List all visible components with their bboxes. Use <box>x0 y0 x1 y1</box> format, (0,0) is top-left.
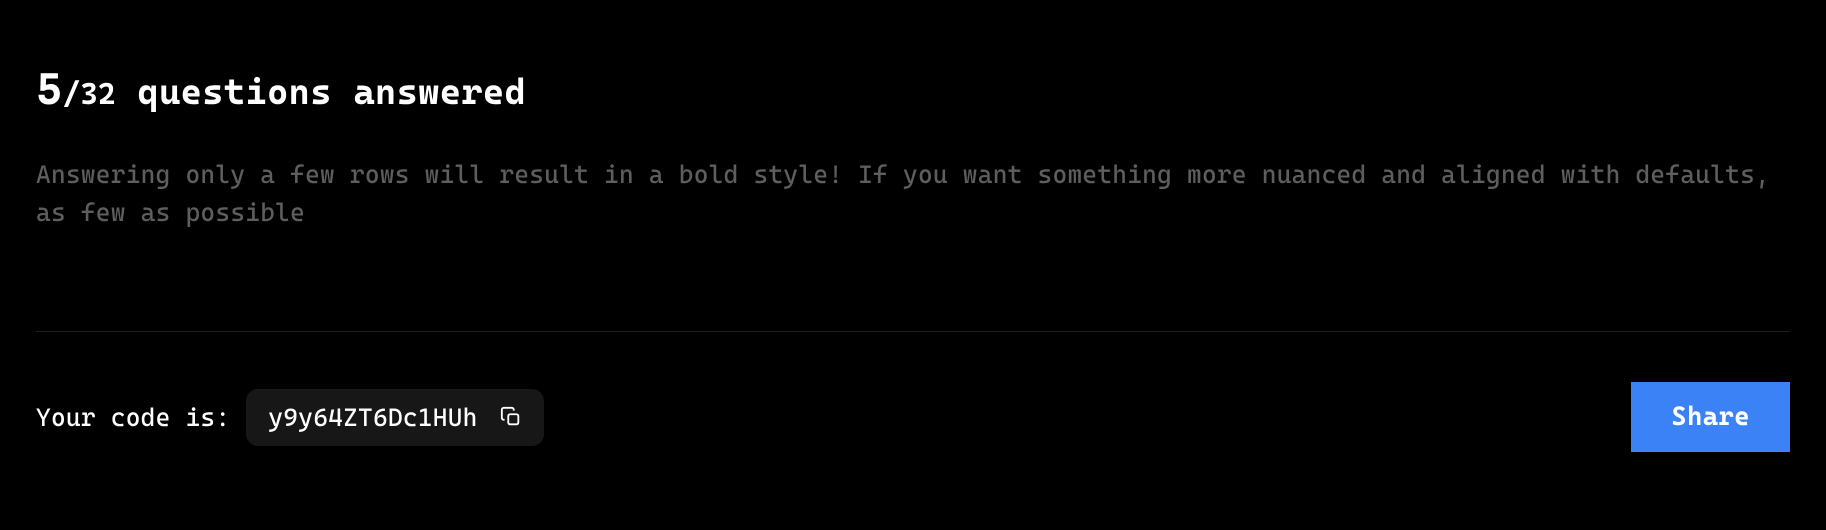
footer-row: Your code is: y9y64ZT6Dc1HUh Share <box>36 332 1790 452</box>
progress-total: 32 <box>80 80 115 110</box>
progress-header: 5 / 32 questions answered <box>36 68 1790 112</box>
description-text: Answering only a few rows will result in… <box>36 156 1790 231</box>
code-label: Your code is: <box>36 403 230 432</box>
code-value: y9y64ZT6Dc1HUh <box>268 403 477 432</box>
progress-label: questions answered <box>138 75 527 111</box>
code-box: y9y64ZT6Dc1HUh <box>246 389 543 446</box>
copy-icon[interactable] <box>500 406 522 428</box>
progress-current: 5 <box>36 68 61 112</box>
main-panel: 5 / 32 questions answered Answering only… <box>0 0 1826 530</box>
share-button[interactable]: Share <box>1631 382 1790 452</box>
progress-separator: / <box>63 80 81 110</box>
